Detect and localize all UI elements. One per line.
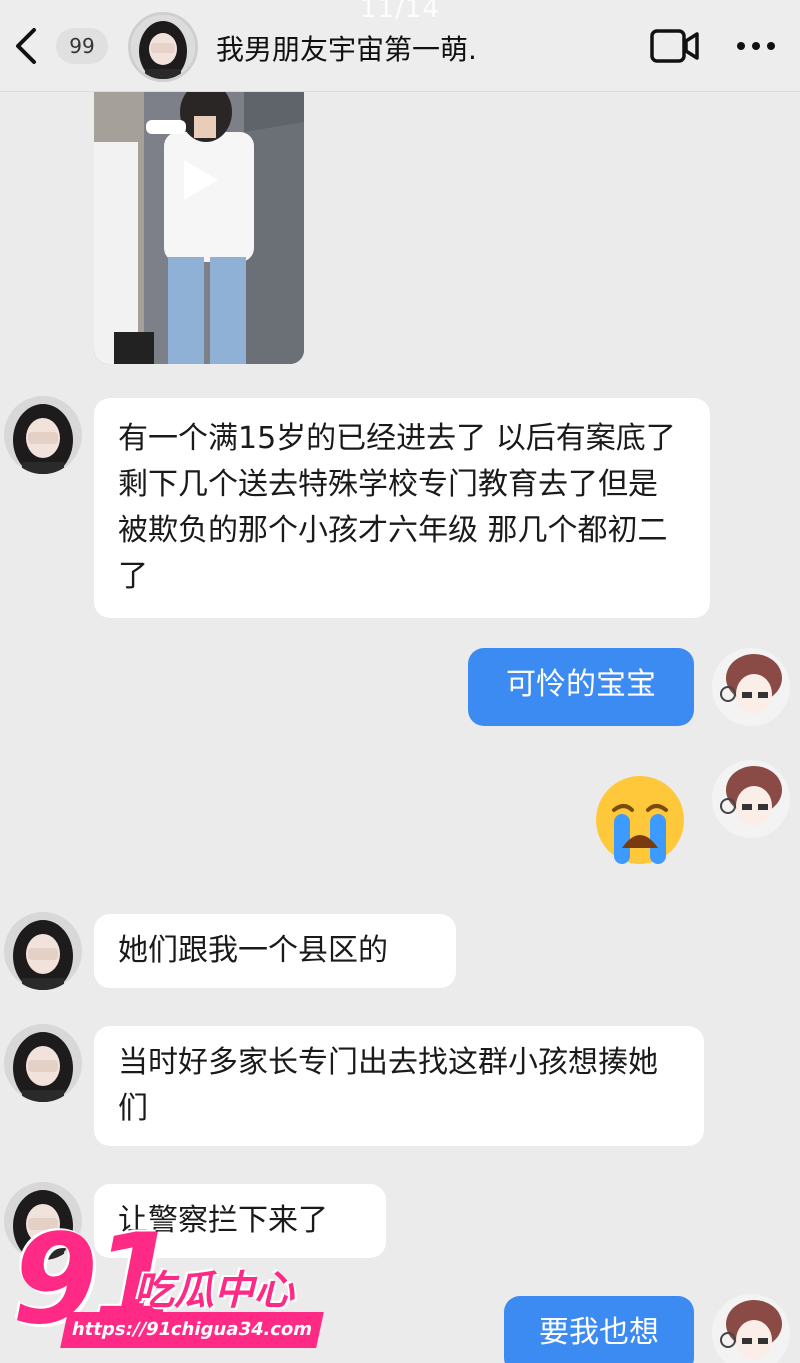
watermark-url: https://91chigua34.com	[60, 1312, 324, 1348]
my-avatar[interactable]	[712, 1294, 790, 1363]
message-bubble-outgoing[interactable]: 要我也想	[504, 1296, 694, 1363]
message-bubble-incoming[interactable]: 她们跟我一个县区的	[94, 914, 456, 988]
loudly-crying-face-icon[interactable]	[592, 772, 688, 868]
more-options-icon[interactable]	[736, 36, 776, 56]
contact-name[interactable]: 我男朋友宇宙第一萌.	[216, 28, 477, 68]
sender-avatar[interactable]	[4, 912, 82, 990]
play-icon[interactable]	[180, 158, 220, 202]
video-thumbnail[interactable]	[94, 92, 304, 364]
watermark-brand: 吃瓜中心	[134, 1268, 294, 1314]
my-avatar[interactable]	[712, 760, 790, 838]
video-call-icon[interactable]	[650, 28, 700, 64]
my-avatar[interactable]	[712, 648, 790, 726]
sender-avatar[interactable]	[4, 1024, 82, 1102]
message-bubble-incoming[interactable]: 有一个满15岁的已经进去了 以后有案底了 剩下几个送去特殊学校专门教育去了但是被…	[94, 398, 710, 618]
unread-count-badge[interactable]: 99	[56, 28, 108, 64]
message-bubble-incoming[interactable]: 当时好多家长专门出去找这群小孩想揍她们	[94, 1026, 704, 1146]
sender-avatar[interactable]	[4, 396, 82, 474]
message-bubble-outgoing[interactable]: 可怜的宝宝	[468, 648, 694, 726]
back-arrow-icon[interactable]	[10, 26, 44, 66]
image-counter: 11/14	[360, 0, 440, 24]
